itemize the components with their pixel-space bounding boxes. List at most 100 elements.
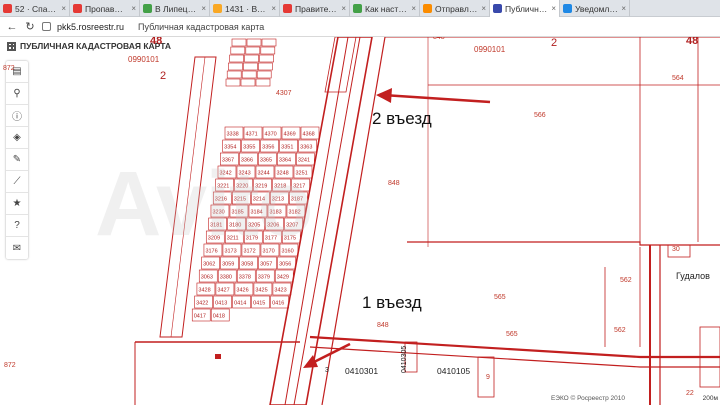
- grid-logo-icon: [7, 41, 16, 51]
- plot-number: 3338: [227, 132, 239, 138]
- search-icon[interactable]: ⚲: [6, 83, 28, 105]
- label-848-top: 848: [433, 37, 445, 41]
- plot-number: 3058: [241, 262, 253, 268]
- label-2-left: 2: [160, 70, 167, 82]
- plot-number: 0415: [253, 301, 265, 307]
- cadastral-plot[interactable]: [240, 78, 256, 87]
- cadastral-plot[interactable]: [226, 70, 242, 79]
- plot-number: 0416: [272, 301, 284, 307]
- layers-icon[interactable]: ◈: [6, 127, 28, 149]
- tab-favicon-icon: [3, 4, 12, 13]
- tab-favicon-icon: [493, 4, 502, 13]
- tab-favicon-icon: [143, 4, 152, 13]
- tab-favicon-icon: [283, 4, 292, 13]
- cadastral-plot[interactable]: [259, 54, 274, 63]
- browser-tab[interactable]: 1431 · Входящ×: [210, 0, 280, 17]
- browser-tab[interactable]: Как настроить×: [350, 0, 420, 17]
- tab-label: Пропавшего З: [85, 3, 128, 14]
- cadastral-plot[interactable]: [256, 70, 272, 79]
- cadastral-plot[interactable]: [243, 62, 258, 71]
- plot-number: 4370: [265, 132, 277, 138]
- tab-favicon-icon: [563, 4, 572, 13]
- plot-number: 3056: [279, 262, 291, 268]
- cadastral-plot[interactable]: [225, 78, 241, 87]
- browser-tab[interactable]: 52 · Спам — Ян×: [0, 0, 70, 17]
- tab-close-icon[interactable]: ×: [481, 4, 486, 13]
- tab-close-icon[interactable]: ×: [201, 4, 206, 13]
- plot-number: 3063: [201, 275, 213, 281]
- copyright-footer: ЕЭКО © Росреестр 2010: [550, 395, 625, 402]
- plot-number: 0417: [194, 314, 206, 320]
- tab-favicon-icon: [423, 4, 432, 13]
- label-0410301: 0410301: [345, 366, 379, 376]
- cadastral-plot[interactable]: [241, 70, 257, 79]
- tab-label: Отправленные: [435, 3, 479, 14]
- cadastral-plot[interactable]: [231, 38, 247, 47]
- tab-label: В Липецкой об: [155, 3, 199, 14]
- place-gudalovka: Гудалов: [676, 271, 710, 281]
- plot-number: 4369: [284, 132, 296, 138]
- cadastral-plot[interactable]: [245, 46, 261, 55]
- plot-number: 3363: [300, 145, 312, 151]
- label-30: 30: [672, 246, 680, 253]
- pencil-icon[interactable]: ✎: [6, 149, 28, 171]
- annotation-entrance-1: 1 въезд: [362, 293, 422, 312]
- url-text[interactable]: pkk5.rosreestr.ru: [57, 22, 124, 32]
- plot-number: 3378: [239, 275, 251, 281]
- label-565a: 565: [494, 294, 506, 301]
- label-564: 564: [672, 75, 684, 82]
- cadastral-map[interactable]: 3338 4371 4370 4369 4368 3354 3355 3356 3351 3363…: [0, 37, 720, 405]
- tab-close-icon[interactable]: ×: [621, 4, 626, 13]
- cadastral-plot[interactable]: [255, 78, 271, 87]
- plot-number: 3422: [196, 301, 208, 307]
- help-icon[interactable]: ?: [6, 215, 28, 237]
- plot-number: 0418: [213, 314, 225, 320]
- label-565b: 565: [506, 331, 518, 338]
- plot-number: 3428: [198, 288, 210, 294]
- info-icon[interactable]: ⓘ: [6, 105, 28, 127]
- browser-tab[interactable]: Отправленные×: [420, 0, 490, 17]
- cadastral-plot[interactable]: [228, 62, 243, 71]
- browser-tab[interactable]: Пропавшего З×: [70, 0, 140, 17]
- panel-header: ПУБЛИЧНАЯ КАДАСТРОВАЯ КАРТА: [7, 41, 171, 51]
- label-872b: 872: [4, 362, 16, 369]
- label-0990101-left: 0990101: [128, 55, 160, 64]
- measure-icon[interactable]: ⟋: [6, 171, 28, 193]
- tab-close-icon[interactable]: ×: [551, 4, 556, 13]
- browser-tab[interactable]: Правительство×: [280, 0, 350, 17]
- plot-number: 3427: [217, 288, 229, 294]
- cadastral-plot[interactable]: [260, 46, 276, 55]
- cadastral-plot[interactable]: [230, 46, 246, 55]
- mail-icon[interactable]: ✉: [6, 237, 28, 259]
- label-0410105: 0410105: [437, 366, 471, 376]
- cadastral-plot[interactable]: [246, 38, 262, 47]
- reload-icon[interactable]: ↻: [24, 20, 36, 33]
- tab-label: Правительство: [295, 3, 338, 14]
- address-bar: ← ↻ pkk5.rosreestr.ru Публичная кадастро…: [0, 17, 720, 37]
- browser-tab[interactable]: В Липецкой об×: [140, 0, 210, 17]
- plot-number: 3057: [260, 262, 272, 268]
- cadastral-plot[interactable]: [258, 62, 273, 71]
- panel-title: ПУБЛИЧНАЯ КАДАСТРОВАЯ КАРТА: [20, 41, 172, 51]
- plot-number: 0414: [234, 301, 246, 307]
- cadastral-plot[interactable]: [261, 38, 277, 47]
- tab-close-icon[interactable]: ×: [271, 4, 276, 13]
- label-848-low: 848: [377, 322, 389, 329]
- back-icon[interactable]: ←: [6, 21, 18, 33]
- plot-number: 3059: [222, 262, 234, 268]
- tab-close-icon[interactable]: ×: [61, 4, 66, 13]
- star-icon[interactable]: ★: [6, 193, 28, 215]
- label-872a: 872: [3, 65, 15, 72]
- browser-tab-bar: 52 · Спам — Ян×Пропавшего З×В Липецкой о…: [0, 0, 720, 17]
- label-9: 9: [486, 374, 490, 381]
- watermark: Avito: [95, 153, 314, 255]
- tab-close-icon[interactable]: ×: [411, 4, 416, 13]
- label-0410305: 0410305: [401, 345, 408, 373]
- browser-tab[interactable]: Уведомления×: [560, 0, 630, 17]
- cadastral-plot[interactable]: [229, 54, 244, 63]
- tab-close-icon[interactable]: ×: [131, 4, 136, 13]
- plot-number: 3380: [220, 275, 232, 281]
- tab-close-icon[interactable]: ×: [341, 4, 346, 13]
- browser-tab[interactable]: Публичная ка×: [490, 0, 560, 17]
- cadastral-plot[interactable]: [244, 54, 259, 63]
